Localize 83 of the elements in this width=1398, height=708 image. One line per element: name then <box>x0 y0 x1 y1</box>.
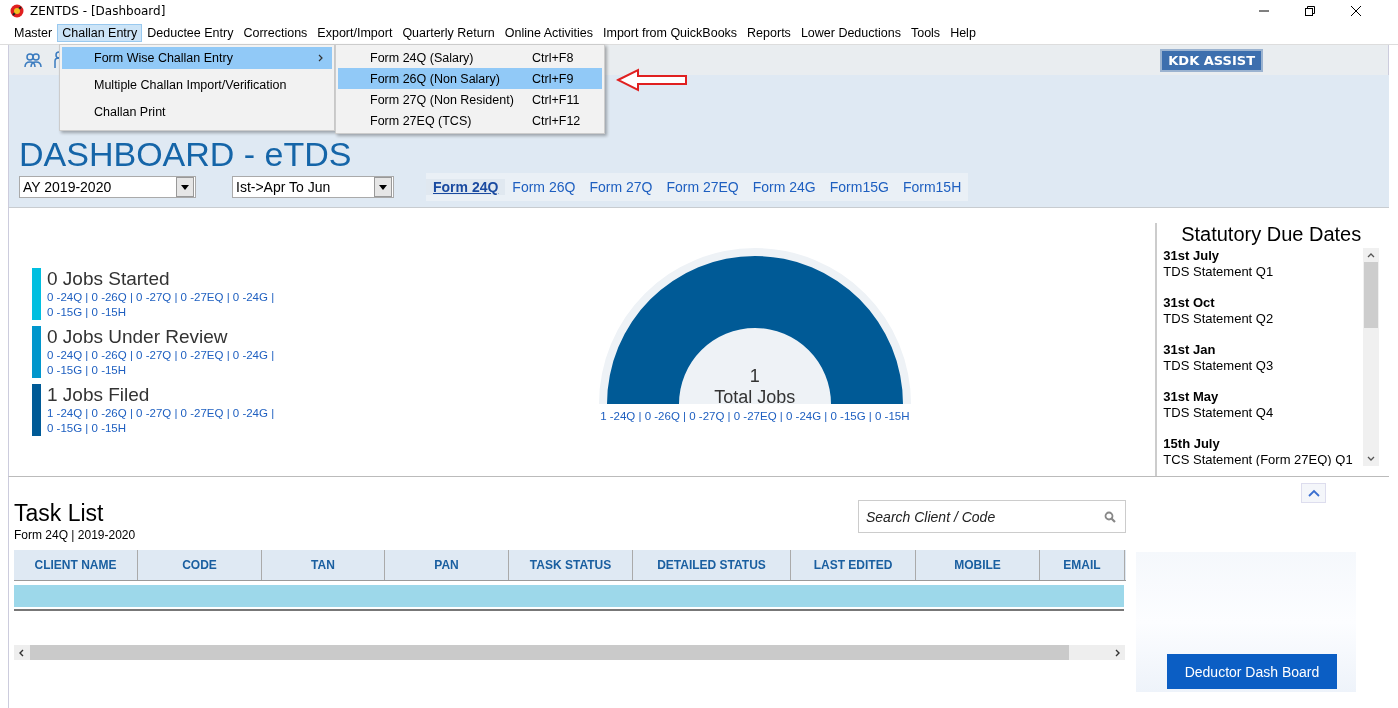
due-dates-title: Statutory Due Dates <box>1180 223 1363 246</box>
due-date: 31st Jan <box>1163 342 1217 358</box>
job-breakdown[interactable]: 0 -15G | 0 -15H <box>47 305 275 320</box>
menu-entry[interactable]: Form 26Q (Non Salary) Ctrl+F9 <box>338 68 602 89</box>
job-breakdown[interactable]: 0 -24Q | 0 -26Q | 0 -27Q | 0 -27EQ | 0 -24G | <box>47 290 275 305</box>
menu-item[interactable]: Quarterly Return <box>397 24 500 42</box>
column-header[interactable]: LAST EDITED <box>791 550 916 580</box>
close-icon[interactable] <box>1350 5 1362 17</box>
year-dropdown[interactable]: AY 2019-2020 <box>19 176 196 198</box>
menu-item[interactable]: Challan Entry <box>57 24 143 42</box>
total-count: 1 <box>749 366 760 387</box>
chevron-left-icon[interactable] <box>18 648 24 657</box>
column-header[interactable]: PAN <box>385 550 509 580</box>
menu-item[interactable]: Lower Deductions <box>795 24 906 42</box>
due-description: TDS Statement Q3 <box>1163 358 1275 374</box>
total-breakdown: 1 -24Q | 0 -26Q | 0 -27Q | 0 -27EQ | 0 -24G | 0 -15G | 0 -15H <box>600 410 910 422</box>
scroll-up-button[interactable] <box>1301 483 1326 503</box>
menu-entry[interactable]: Form Wise Challan Entry <box>62 47 332 69</box>
dashboard-title: DASHBOARD - eTDS <box>19 137 352 171</box>
menu-item[interactable]: Master <box>9 24 58 42</box>
due-date: 31st May <box>1163 389 1220 405</box>
app-logo-icon <box>10 4 24 18</box>
form-tab[interactable]: Form 27Q <box>582 179 660 195</box>
task-list-subtitle: Form 24Q | 2019-2020 <box>14 528 136 542</box>
scrollbar[interactable] <box>1363 248 1379 466</box>
form-tab[interactable]: Form15G <box>822 179 896 195</box>
search-field[interactable]: Search Client / Code <box>858 500 1126 533</box>
column-header[interactable]: TASK STATUS <box>509 550 633 580</box>
chevron-right-icon[interactable] <box>1115 648 1121 657</box>
window-title: ZENTDS - [Dashboard] <box>30 4 166 18</box>
caret-icon <box>181 184 189 190</box>
caret-icon <box>379 184 387 190</box>
chevron-up-icon <box>1307 489 1320 497</box>
column-header[interactable]: DETAILED STATUS <box>633 550 791 580</box>
job-count: 1 Jobs Filed <box>47 384 151 406</box>
menu-item[interactable]: Tools <box>905 24 946 42</box>
total-label: Total Jobs <box>714 387 796 408</box>
menu-entry[interactable]: Form 27Q (Non Resident) Ctrl+F11 <box>338 89 602 110</box>
column-header[interactable]: CODE <box>138 550 262 580</box>
column-header[interactable]: MOBILE <box>916 550 1040 580</box>
menu-item[interactable]: Import from QuickBooks <box>598 24 743 42</box>
job-breakdown[interactable]: 0 -15G | 0 -15H <box>47 421 275 436</box>
chevron-down-icon[interactable] <box>1367 456 1375 462</box>
form-tab[interactable]: Form 24G <box>745 179 823 195</box>
job-count: 0 Jobs Under Review <box>47 326 229 348</box>
column-header[interactable]: CLIENT NAME <box>14 550 138 580</box>
quarter-dropdown[interactable]: Ist->Apr To Jun <box>232 176 394 198</box>
users-icon[interactable] <box>23 50 43 70</box>
kdk-assist-button[interactable]: KDK ASSIST <box>1160 48 1263 72</box>
job-breakdown[interactable]: 0 -24Q | 0 -26Q | 0 -27Q | 0 -27EQ | 0 -24G | <box>47 348 275 363</box>
column-header[interactable]: TAN <box>262 550 385 580</box>
job-count: 0 Jobs Started <box>47 268 171 290</box>
restore-icon[interactable] <box>1304 5 1316 17</box>
menu-item[interactable]: Online Activities <box>499 24 598 42</box>
chevron-up-icon[interactable] <box>1367 252 1375 258</box>
due-description: TDS Statement Q2 <box>1163 311 1275 327</box>
search-icon <box>1104 511 1116 523</box>
job-breakdown[interactable]: 0 -15G | 0 -15H <box>47 363 275 378</box>
due-date: 31st July <box>1163 248 1220 264</box>
form-tab[interactable]: Form 26Q <box>505 179 583 195</box>
menu-entry[interactable]: Form 27EQ (TCS) Ctrl+F12 <box>338 110 602 131</box>
menu-item[interactable]: Reports <box>742 24 796 42</box>
menu-entry[interactable]: Challan Print <box>62 101 332 123</box>
deductor-dashboard-button[interactable]: Deductor Dash Board <box>1167 654 1337 689</box>
menu-entry[interactable]: Multiple Challan Import/Verification <box>62 74 332 96</box>
form-tab[interactable]: Form 24Q <box>426 179 506 195</box>
form-tab[interactable]: Form15H <box>895 179 969 195</box>
menu-entry[interactable]: Form 24Q (Salary) Ctrl+F8 <box>338 47 602 68</box>
job-breakdown[interactable]: 1 -24Q | 0 -26Q | 0 -27Q | 0 -27EQ | 0 -24G | <box>47 406 275 421</box>
due-date: 15th July <box>1163 436 1221 452</box>
task-list-title: Task List <box>14 500 105 526</box>
due-date: 31st Oct <box>1163 295 1216 311</box>
column-header[interactable]: EMAIL <box>1040 550 1125 580</box>
menu-item[interactable]: Corrections <box>238 24 313 42</box>
due-description: TDS Statement Q4 <box>1163 405 1275 421</box>
arrow-icon <box>616 68 688 92</box>
form-tab[interactable]: Form 27EQ <box>659 179 746 195</box>
menu-item[interactable]: Deductee Entry <box>142 24 239 42</box>
scrollbar[interactable] <box>14 645 1125 660</box>
due-description: TDS Statement Q1 <box>1163 264 1275 280</box>
menu-item[interactable]: Export/Import <box>312 24 398 42</box>
menu-item[interactable]: Help <box>945 24 981 42</box>
due-description: TCS Statement (Form 27EQ) Q1 <box>1163 452 1354 466</box>
